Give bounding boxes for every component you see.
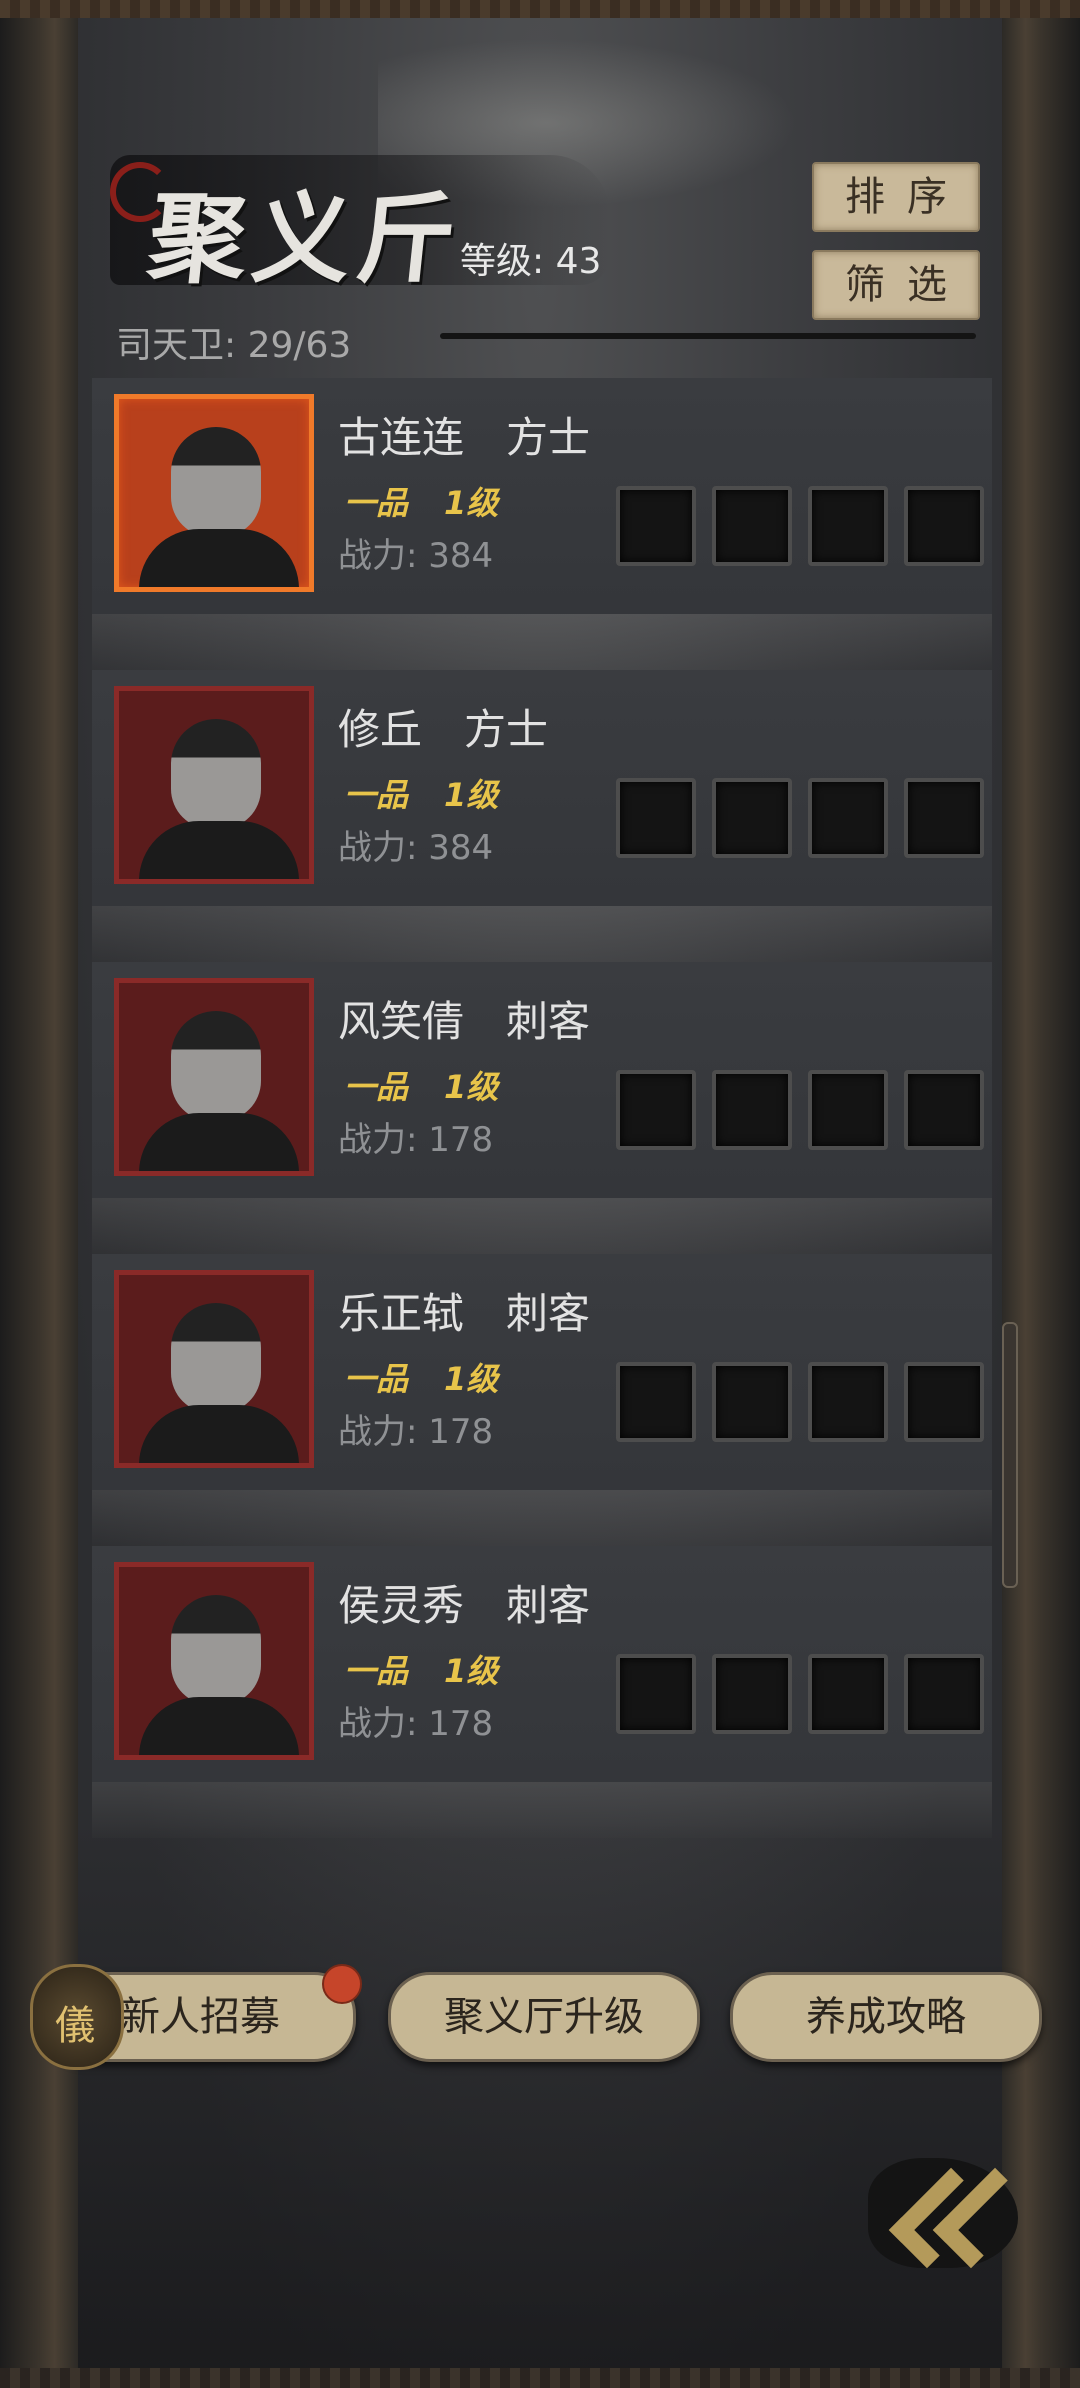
hero-name: 修丘 方士 bbox=[338, 705, 549, 754]
equip-slot[interactable] bbox=[712, 778, 792, 858]
divider bbox=[440, 333, 976, 339]
equipment-slots bbox=[616, 1654, 984, 1734]
training-guide-button[interactable]: 养成攻略 bbox=[730, 1972, 1042, 2062]
hero-list: 古连连 方士 一品 1级 战力: 384 修丘 方士 一品 1级 战力: 384 风… bbox=[92, 378, 992, 1838]
recruit-token-icon[interactable] bbox=[30, 1964, 124, 2070]
equipment-slots bbox=[616, 1070, 984, 1150]
equip-slot[interactable] bbox=[808, 778, 888, 858]
sort-button[interactable]: 排序 bbox=[812, 162, 980, 232]
hero-grade: 一品 1级 bbox=[344, 484, 499, 522]
equip-slot[interactable] bbox=[808, 1070, 888, 1150]
hero-grade: 一品 1级 bbox=[344, 1068, 499, 1106]
hall-upgrade-button[interactable]: 聚义厅升级 bbox=[388, 1972, 700, 2062]
equip-slot[interactable] bbox=[904, 1362, 984, 1442]
equip-slot[interactable] bbox=[616, 486, 696, 566]
equip-slot[interactable] bbox=[616, 1070, 696, 1150]
hero-row[interactable]: 修丘 方士 一品 1级 战力: 384 bbox=[92, 670, 992, 962]
notification-dot bbox=[322, 1964, 362, 2004]
hero-name: 乐正轼 刺客 bbox=[338, 1289, 591, 1338]
equipment-slots bbox=[616, 1362, 984, 1442]
fog-overlay bbox=[78, 1820, 1002, 2368]
hero-portrait[interactable] bbox=[114, 686, 314, 884]
equip-slot[interactable] bbox=[904, 1654, 984, 1734]
hero-portrait[interactable] bbox=[114, 394, 314, 592]
hall-level: 等级: 43 bbox=[460, 241, 602, 282]
filter-button[interactable]: 筛选 bbox=[812, 250, 980, 320]
hero-power: 战力: 178 bbox=[338, 1412, 494, 1452]
top-border bbox=[0, 0, 1080, 18]
equip-slot[interactable] bbox=[616, 1654, 696, 1734]
hero-power: 战力: 178 bbox=[338, 1120, 494, 1160]
hero-row[interactable]: 风笑倩 刺客 一品 1级 战力: 178 bbox=[92, 962, 992, 1254]
page-title: 聚义斤 bbox=[143, 182, 468, 297]
equip-slot[interactable] bbox=[808, 486, 888, 566]
hero-portrait[interactable] bbox=[114, 978, 314, 1176]
guard-count: 司天卫: 29/63 bbox=[116, 325, 352, 366]
title-area: 聚义斤 等级: 43 bbox=[110, 150, 630, 297]
equipment-slots bbox=[616, 778, 984, 858]
hero-name: 古连连 方士 bbox=[338, 413, 591, 462]
equip-slot[interactable] bbox=[616, 1362, 696, 1442]
hero-power: 战力: 384 bbox=[338, 828, 494, 868]
hero-grade: 一品 1级 bbox=[344, 1360, 499, 1398]
list-scrollbar[interactable] bbox=[1002, 1322, 1018, 1588]
equip-slot[interactable] bbox=[712, 1362, 792, 1442]
equip-slot[interactable] bbox=[712, 486, 792, 566]
equip-slot[interactable] bbox=[904, 778, 984, 858]
hero-row[interactable]: 乐正轼 刺客 一品 1级 战力: 178 bbox=[92, 1254, 992, 1546]
equip-slot[interactable] bbox=[712, 1654, 792, 1734]
equip-slot[interactable] bbox=[616, 778, 696, 858]
equip-slot[interactable] bbox=[904, 1070, 984, 1150]
hero-name: 侯灵秀 刺客 bbox=[338, 1581, 591, 1630]
hero-grade: 一品 1级 bbox=[344, 1652, 499, 1690]
hero-portrait[interactable] bbox=[114, 1270, 314, 1468]
equipment-slots bbox=[616, 486, 984, 566]
hero-power: 战力: 384 bbox=[338, 536, 494, 576]
equip-slot[interactable] bbox=[808, 1362, 888, 1442]
equip-slot[interactable] bbox=[904, 486, 984, 566]
hero-row[interactable]: 古连连 方士 一品 1级 战力: 384 bbox=[92, 378, 992, 670]
back-button[interactable] bbox=[868, 2148, 1034, 2269]
bottom-border bbox=[0, 2368, 1080, 2388]
hero-name: 风笑倩 刺客 bbox=[338, 997, 591, 1046]
hero-portrait[interactable] bbox=[114, 1562, 314, 1760]
equip-slot[interactable] bbox=[712, 1070, 792, 1150]
hero-power: 战力: 178 bbox=[338, 1704, 494, 1744]
hero-grade: 一品 1级 bbox=[344, 776, 499, 814]
equip-slot[interactable] bbox=[808, 1654, 888, 1734]
hero-row[interactable]: 侯灵秀 刺客 一品 1级 战力: 178 bbox=[92, 1546, 992, 1838]
